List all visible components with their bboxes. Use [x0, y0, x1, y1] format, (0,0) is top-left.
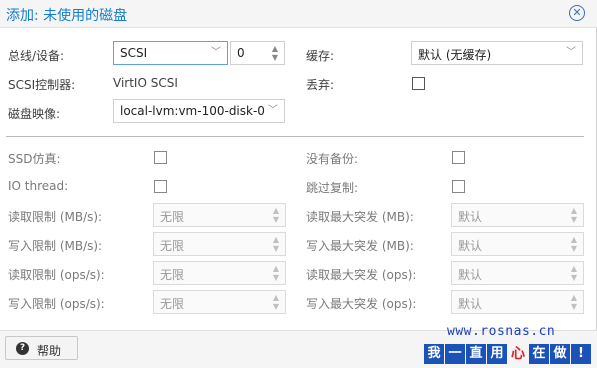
read-burst-mb-input[interactable]: 默认 ▲ ▼ [451, 203, 584, 227]
bus-select[interactable]: SCSI ﹀ [113, 41, 228, 65]
watermark-char: ! [571, 344, 591, 364]
no-backup-checkbox[interactable] [452, 151, 465, 164]
write-burst-mb-input[interactable]: 默认 ▲ ▼ [451, 232, 584, 256]
read-burst-mb-label: 读取最大突发 (MB): [306, 210, 414, 224]
spinner-arrows-icon[interactable]: ▲ ▼ [568, 235, 580, 253]
disk-image-select[interactable]: local-lvm:vm-100-disk-0 ﹀ [113, 99, 285, 123]
write-burst-mb-placeholder: 默认 [458, 239, 483, 253]
write-limit-mbs-input[interactable]: 无限 ▲ ▼ [153, 232, 286, 256]
cache-select-value: 默认 (无缓存) [418, 48, 492, 62]
write-burst-ops-label: 写入最大突发 (ops): [306, 297, 417, 311]
read-limit-ops-label: 读取限制 (ops/s): [8, 268, 105, 282]
read-limit-ops-input[interactable]: 无限 ▲ ▼ [153, 261, 286, 285]
watermark-char: 一 [445, 344, 465, 364]
watermark-char: 我 [424, 344, 444, 364]
device-number-spinner[interactable]: 0 ▲ ▼ [230, 41, 285, 65]
watermark-char: 做 [550, 344, 570, 364]
read-burst-ops-label: 读取最大突发 (ops): [306, 268, 417, 282]
help-button-label: 帮助 [37, 344, 62, 358]
watermark-char: 用 [487, 344, 507, 364]
spinner-arrows-icon[interactable]: ▲ ▼ [568, 206, 580, 224]
skip-replication-label: 跳过复制: [306, 181, 359, 195]
io-thread-label: IO thread: [8, 179, 69, 193]
discard-checkbox[interactable] [412, 77, 425, 90]
read-burst-ops-placeholder: 默认 [458, 268, 483, 282]
read-limit-mbs-input[interactable]: 无限 ▲ ▼ [153, 203, 286, 227]
write-limit-ops-placeholder: 无限 [160, 297, 185, 311]
cache-label: 缓存: [306, 49, 335, 63]
write-limit-ops-input[interactable]: 无限 ▲ ▼ [153, 290, 286, 314]
no-backup-label: 没有备份: [306, 152, 359, 166]
discard-label: 丢弃: [306, 78, 335, 92]
write-limit-mbs-label: 写入限制 (MB/s): [8, 239, 103, 253]
watermark-char: 直 [466, 344, 486, 364]
ssd-emulation-label: SSD仿真: [8, 152, 61, 166]
dialog-titlebar: 添加: 未使用的磁盘 ✕ [0, 0, 597, 28]
spinner-arrows-icon[interactable]: ▲ ▼ [270, 206, 282, 224]
dialog-title: 添加: 未使用的磁盘 [6, 8, 128, 24]
write-limit-ops-label: 写入限制 (ops/s): [8, 297, 105, 311]
spinner-arrows-icon[interactable]: ▲ ▼ [270, 264, 282, 282]
chevron-down-icon[interactable]: ﹀ [564, 45, 578, 61]
spinner-arrows-icon[interactable]: ▲ ▼ [568, 264, 580, 282]
write-limit-mbs-placeholder: 无限 [160, 239, 185, 253]
question-icon: ? [16, 342, 29, 355]
device-number-value: 0 [237, 46, 245, 60]
read-limit-mbs-label: 读取限制 (MB/s): [8, 210, 103, 224]
watermark-url: www.rosnas.cn [447, 324, 556, 339]
watermark-slogan: 我 一 直 用 心 在 做 ! [424, 344, 597, 364]
scsi-controller-value: VirtIO SCSI [113, 76, 178, 90]
spinner-arrows-icon[interactable]: ▲ ▼ [269, 44, 281, 62]
read-limit-mbs-placeholder: 无限 [160, 210, 185, 224]
close-icon[interactable]: ✕ [569, 5, 585, 21]
ssd-emulation-checkbox[interactable] [154, 151, 167, 164]
skip-replication-checkbox[interactable] [452, 180, 465, 193]
watermark-heart-char: 心 [511, 346, 525, 362]
write-burst-mb-label: 写入最大突发 (MB): [306, 239, 414, 253]
read-burst-mb-placeholder: 默认 [458, 210, 483, 224]
disk-image-value: local-lvm:vm-100-disk-0 [120, 104, 265, 118]
spinner-arrows-icon[interactable]: ▲ ▼ [270, 235, 282, 253]
write-burst-ops-placeholder: 默认 [458, 297, 483, 311]
io-thread-checkbox[interactable] [154, 180, 167, 193]
section-divider [6, 136, 584, 137]
bus-device-label: 总线/设备: [8, 49, 65, 63]
watermark-char: 在 [529, 344, 549, 364]
add-disk-dialog: 添加: 未使用的磁盘 ✕ 总线/设备: SCSI ﹀ 0 ▲ ▼ SCSI控制器:… [0, 0, 597, 368]
read-limit-ops-placeholder: 无限 [160, 268, 185, 282]
spinner-arrows-icon[interactable]: ▲ ▼ [568, 293, 580, 311]
read-burst-ops-input[interactable]: 默认 ▲ ▼ [451, 261, 584, 285]
disk-image-label: 磁盘映像: [8, 107, 61, 121]
chevron-down-icon[interactable]: ﹀ [266, 103, 280, 119]
help-button[interactable]: ? 帮助 [5, 336, 78, 360]
bus-select-value: SCSI [120, 46, 148, 60]
spinner-arrows-icon[interactable]: ▲ ▼ [270, 293, 282, 311]
scsi-controller-label: SCSI控制器: [8, 78, 76, 92]
cache-select[interactable]: 默认 (无缓存) ﹀ [411, 41, 583, 65]
chevron-down-icon[interactable]: ﹀ [209, 45, 223, 61]
write-burst-ops-input[interactable]: 默认 ▲ ▼ [451, 290, 584, 314]
